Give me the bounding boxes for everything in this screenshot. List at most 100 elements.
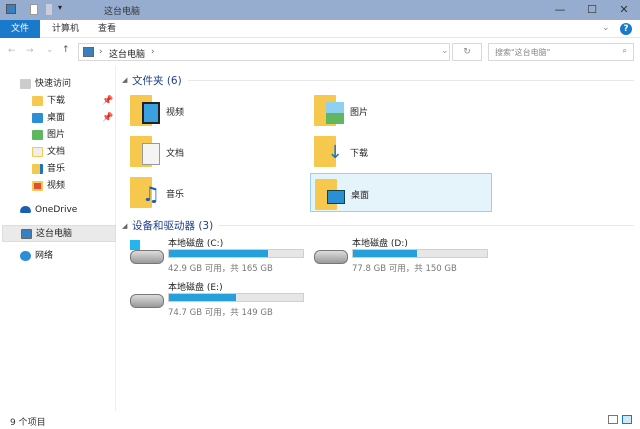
large-icons-view-button[interactable] xyxy=(622,415,632,424)
folder-label: 音乐 xyxy=(166,190,185,200)
drive-item-c[interactable]: 本地磁盘 (C:) 42.9 GB 可用，共 165 GB xyxy=(128,236,308,276)
title-bar: ▾ 这台电脑 — ☐ ✕ xyxy=(0,0,640,20)
sidebar-item-documents[interactable]: 文档 xyxy=(32,144,146,161)
address-dropdown-icon[interactable]: ⌄ xyxy=(441,46,449,56)
sidebar-item-music[interactable]: 音乐 xyxy=(32,161,146,178)
drive-space-info: 42.9 GB 可用，共 165 GB xyxy=(168,264,273,274)
network-icon xyxy=(20,250,31,261)
folder-label: 桌面 xyxy=(351,191,370,201)
breadcrumb-separator[interactable]: › xyxy=(151,47,155,57)
music-folder-icon: ♫ xyxy=(130,174,160,208)
computer-icon xyxy=(83,47,94,57)
refresh-button[interactable]: ↻ xyxy=(452,43,482,61)
ribbon: 文件 计算机 查看 ⌄ ? xyxy=(0,20,640,38)
pictures-folder-icon xyxy=(32,129,43,140)
item-count: 9 个项目 xyxy=(10,418,46,428)
drive-name: 本地磁盘 (E:) xyxy=(168,283,223,293)
drive-usage-bar xyxy=(168,293,304,302)
drive-icon xyxy=(312,244,352,266)
section-divider xyxy=(218,225,634,226)
pictures-folder-icon xyxy=(314,92,344,126)
sidebar-item-label: 视频 xyxy=(47,181,66,191)
drive-usage-bar xyxy=(168,249,304,258)
folder-item-downloads[interactable]: ↓ 下载 xyxy=(314,133,494,171)
drive-space-info: 77.8 GB 可用，共 150 GB xyxy=(352,264,457,274)
sidebar-item-this-pc[interactable]: 这台电脑 xyxy=(2,225,116,242)
downloads-folder-icon: ↓ xyxy=(314,133,343,167)
videos-folder-icon xyxy=(130,92,160,126)
drive-space-info: 74.7 GB 可用，共 149 GB xyxy=(168,308,273,318)
up-button[interactable]: ↑ xyxy=(62,45,70,55)
drive-item-d[interactable]: 本地磁盘 (D:) 77.8 GB 可用，共 150 GB xyxy=(312,236,492,276)
tab-computer[interactable]: 计算机 xyxy=(42,20,89,38)
expand-ribbon-icon[interactable]: ⌄ xyxy=(602,23,610,33)
cloud-icon xyxy=(20,206,31,213)
address-bar[interactable]: › 这台电脑 › ⌄ xyxy=(78,43,450,61)
breadcrumb-this-pc[interactable]: 这台电脑 xyxy=(109,47,145,60)
properties-icon[interactable] xyxy=(30,4,38,15)
folder-label: 视频 xyxy=(166,108,185,118)
sidebar-item-label: 桌面 xyxy=(47,113,66,123)
search-placeholder: 搜索"这台电脑" xyxy=(495,48,551,57)
folder-label: 下载 xyxy=(350,149,369,159)
documents-folder-icon xyxy=(130,133,160,167)
sidebar-item-label: OneDrive xyxy=(35,205,78,215)
drive-item-e[interactable]: 本地磁盘 (E:) 74.7 GB 可用，共 149 GB xyxy=(128,280,308,320)
sidebar-item-downloads[interactable]: 下载 📌 xyxy=(32,93,146,110)
sidebar-item-label: 下载 xyxy=(47,96,66,106)
close-button[interactable]: ✕ xyxy=(609,0,639,20)
drive-name: 本地磁盘 (C:) xyxy=(168,239,224,249)
customize-toolbar-icon[interactable]: ▾ xyxy=(58,3,62,12)
sidebar-item-quick-access[interactable]: 快速访问 xyxy=(20,76,134,93)
forward-button[interactable]: → xyxy=(26,46,34,56)
drive-usage-bar xyxy=(352,249,488,258)
sidebar-item-videos[interactable]: 视频 xyxy=(32,178,146,195)
drive-icon xyxy=(128,288,168,310)
computer-icon xyxy=(6,4,16,14)
collapse-folders-icon[interactable]: ◢ xyxy=(122,76,127,84)
desktop-folder-icon xyxy=(32,112,43,123)
section-divider xyxy=(188,80,634,81)
search-input[interactable]: 搜索"这台电脑" ⌕ xyxy=(488,43,634,61)
sidebar-item-label: 音乐 xyxy=(47,164,66,174)
new-folder-icon[interactable] xyxy=(46,4,52,15)
desktop-folder-icon xyxy=(315,176,345,210)
videos-folder-icon xyxy=(32,180,43,191)
star-home-icon xyxy=(20,78,31,89)
search-icon[interactable]: ⌕ xyxy=(623,46,627,56)
minimize-button[interactable]: — xyxy=(545,0,575,20)
folder-item-pictures[interactable]: 图片 xyxy=(314,92,494,130)
maximize-button[interactable]: ☐ xyxy=(577,0,607,20)
tab-file[interactable]: 文件 xyxy=(0,20,40,38)
folder-label: 图片 xyxy=(350,108,369,118)
window-title: 这台电脑 xyxy=(104,7,141,17)
folder-item-documents[interactable]: 文档 xyxy=(130,133,310,171)
sidebar-item-onedrive[interactable]: OneDrive xyxy=(20,202,134,219)
sidebar-item-network[interactable]: 网络 xyxy=(20,248,134,265)
sidebar-item-label: 网络 xyxy=(35,251,54,261)
details-view-button[interactable] xyxy=(608,415,618,424)
drives-heading[interactable]: 设备和驱动器 (3) xyxy=(132,218,213,233)
sidebar-item-pictures[interactable]: 图片 xyxy=(32,127,146,144)
collapse-drives-icon[interactable]: ◢ xyxy=(122,222,127,230)
pin-icon[interactable]: 📌 xyxy=(102,93,113,110)
folder-item-music[interactable]: ♫ 音乐 xyxy=(130,174,310,212)
recent-locations-button[interactable]: ⌄ xyxy=(46,45,54,55)
folders-heading[interactable]: 文件夹 (6) xyxy=(132,73,182,88)
sidebar-item-label: 这台电脑 xyxy=(36,229,73,239)
drive-name: 本地磁盘 (D:) xyxy=(352,239,408,249)
sidebar-item-label: 图片 xyxy=(47,130,66,140)
folder-item-videos[interactable]: 视频 xyxy=(130,92,310,130)
sidebar-item-desktop[interactable]: 桌面 📌 xyxy=(32,110,146,127)
pin-icon[interactable]: 📌 xyxy=(102,110,113,127)
help-icon[interactable]: ? xyxy=(620,23,632,35)
back-button[interactable]: ← xyxy=(8,46,16,56)
tab-view[interactable]: 查看 xyxy=(88,20,126,38)
sidebar-item-label: 快速访问 xyxy=(35,79,72,89)
documents-folder-icon xyxy=(32,146,43,157)
windows-drive-icon xyxy=(128,240,168,266)
music-folder-icon xyxy=(32,163,43,174)
sidebar-item-label: 文档 xyxy=(47,147,66,157)
breadcrumb-separator[interactable]: › xyxy=(99,47,103,57)
folder-item-desktop[interactable]: 桌面 xyxy=(310,173,492,212)
